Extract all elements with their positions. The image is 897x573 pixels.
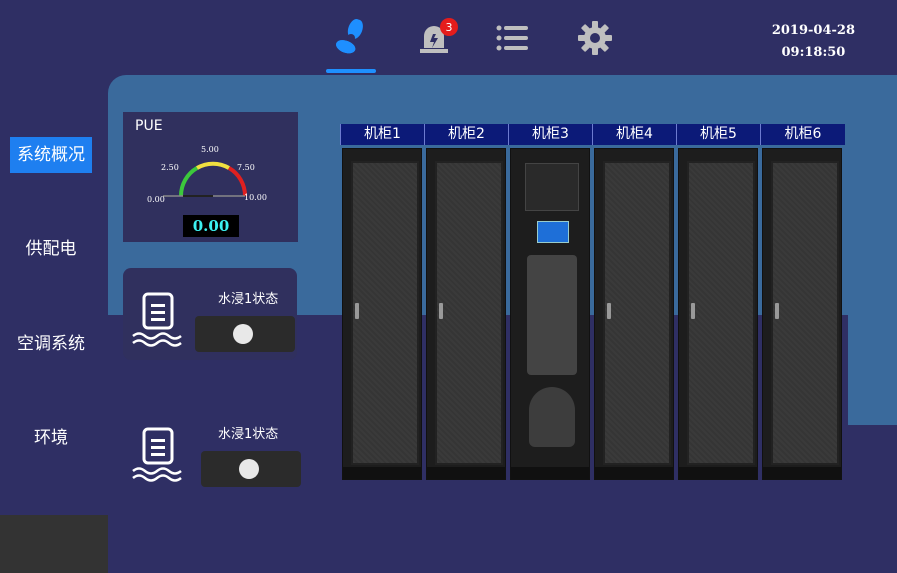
cabinet-6[interactable] (762, 148, 842, 480)
control-screen (537, 221, 569, 243)
fan-icon[interactable] (329, 16, 373, 60)
water-sensor-icon (132, 427, 182, 482)
pue-tick-0: 0.00 (147, 195, 165, 204)
sidebar-item-hvac[interactable]: 空调系统 (10, 326, 92, 362)
cabinet-row: 机柜1 机柜2 机柜3 机柜4 机柜5 机柜6 (340, 124, 846, 480)
cabinet-base (343, 467, 421, 479)
cabinet-5[interactable] (678, 148, 758, 480)
pue-tick-4: 10.00 (244, 193, 267, 202)
gear-icon[interactable] (573, 16, 617, 60)
pue-value: 0.00 (183, 215, 239, 237)
pue-tick-3: 7.50 (237, 163, 255, 172)
cabinet-base (427, 467, 505, 479)
cabinet-door (351, 161, 419, 465)
top-bar: 3 2019-04-28 09:18:50 (0, 0, 897, 75)
pue-tick-2: 5.00 (201, 145, 219, 154)
cabinet-base (595, 467, 673, 479)
cabinet-dial-panel (529, 387, 575, 447)
cabinet-header-5: 机柜5 (676, 124, 760, 145)
sidebar-item-environment[interactable]: 环境 (10, 420, 92, 456)
active-tab-indicator (326, 69, 376, 73)
cabinet-door (687, 161, 755, 465)
cabinet-header-3: 机柜3 (508, 124, 592, 145)
sidebar: 系统概况 供配电 空调系统 环境 (0, 75, 108, 573)
datetime-display: 2019-04-28 09:18:50 (772, 20, 855, 64)
pue-tick-1: 2.50 (161, 163, 179, 172)
water-leak-panel-1: 水浸1状态 (123, 268, 297, 360)
cabinet-2[interactable] (426, 148, 506, 480)
water-leak-toggle-1[interactable] (195, 316, 295, 352)
cabinet-top-unit (525, 163, 579, 211)
cabinet-equipment-panel (527, 255, 577, 375)
cabinet-door (603, 161, 671, 465)
cabinet-header-2: 机柜2 (424, 124, 508, 145)
door-handle (691, 303, 695, 319)
cabinet-3[interactable] (510, 148, 590, 480)
door-handle (355, 303, 359, 319)
alarm-icon[interactable]: 3 (412, 16, 458, 60)
cabinet-1[interactable] (342, 148, 422, 480)
cabinet-header-4: 机柜4 (592, 124, 676, 145)
list-icon[interactable] (490, 16, 534, 60)
pue-gauge: 0.00 2.50 5.00 7.50 10.00 (147, 145, 267, 204)
water-leak-panel-2: 水浸1状态 (123, 403, 301, 495)
cabinet-door (435, 161, 503, 465)
main-panel: PUE 0.00 2.50 5.00 7.50 10.00 0.00 水浸1状态 (108, 75, 897, 570)
sidebar-footer-panel (0, 515, 108, 573)
cabinet-header-1: 机柜1 (340, 124, 424, 145)
water-leak-label-1: 水浸1状态 (218, 292, 279, 307)
toggle-knob (239, 459, 259, 479)
cabinet-base (679, 467, 757, 479)
toggle-knob (233, 324, 253, 344)
cabinet-door (771, 161, 839, 465)
sidebar-item-overview[interactable]: 系统概况 (10, 137, 92, 173)
cabinet-header-6: 机柜6 (760, 124, 845, 145)
cabinet-base (763, 467, 841, 479)
water-sensor-icon (132, 292, 182, 347)
pue-panel: PUE 0.00 2.50 5.00 7.50 10.00 0.00 (123, 112, 298, 242)
time-text: 09:18:50 (781, 45, 846, 60)
cabinet-base (511, 467, 589, 479)
alarm-count-badge: 3 (440, 18, 458, 36)
date-text: 2019-04-28 (771, 23, 855, 38)
door-handle (607, 303, 611, 319)
water-leak-toggle-2[interactable] (201, 451, 301, 487)
water-leak-label-2: 水浸1状态 (218, 427, 279, 442)
door-handle (775, 303, 779, 319)
cabinet-4[interactable] (594, 148, 674, 480)
sidebar-item-power[interactable]: 供配电 (10, 231, 92, 267)
door-handle (439, 303, 443, 319)
main-side-band (848, 315, 897, 425)
